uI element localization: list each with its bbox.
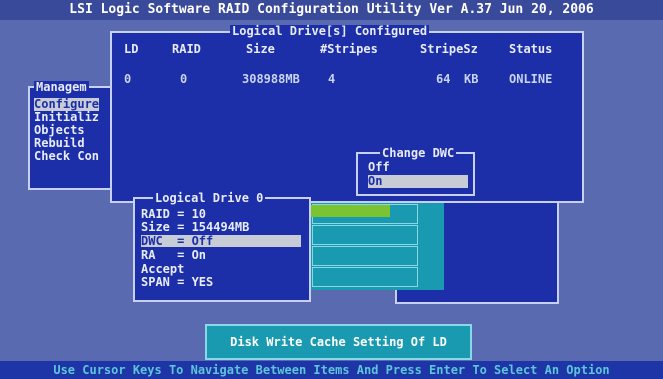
ld-prop-dwc[interactable]: DWC = Off	[141, 235, 301, 247]
cell-status: ONLINE	[509, 72, 553, 86]
management-menu-title: Managem	[34, 80, 89, 94]
array-cell[interactable]	[312, 267, 418, 287]
col-header-size: Size	[246, 42, 275, 56]
cell-raid: 0	[180, 72, 188, 86]
status-bar: Use Cursor Keys To Navigate Between Item…	[0, 361, 663, 379]
dwc-option-on[interactable]: On	[368, 175, 468, 188]
ld-prop-ra[interactable]: RA = On	[141, 249, 301, 261]
help-description-box: Disk Write Cache Setting Of LD	[205, 324, 472, 360]
array-cell[interactable]	[312, 225, 418, 245]
cell-ld: 0	[124, 72, 132, 86]
col-header-raid: RAID	[172, 42, 201, 56]
col-header-stripes: #Stripes	[320, 42, 378, 56]
logical-drive-0-panel: Logical Drive 0 RAID = 10 Size = 154494M…	[133, 192, 311, 302]
col-header-status: Status	[509, 42, 553, 56]
logical-drives-table: Logical Drive[s] Configured LD RAID Size…	[110, 25, 584, 203]
change-dwc-popup: Change DWC Off On	[356, 147, 475, 196]
ld-prop-size: Size = 154494MB	[141, 220, 250, 234]
change-dwc-title: Change DWC	[380, 146, 457, 160]
cell-stripes: 4	[328, 72, 336, 86]
management-menu: Managem Configure Initializ Objects Rebu…	[28, 81, 122, 190]
logical-drives-title: Logical Drive[s] Configured	[230, 24, 430, 38]
col-header-ld: LD	[124, 42, 139, 56]
title-bar: LSI Logic Software RAID Configuration Ut…	[0, 0, 663, 20]
array-cell[interactable]	[312, 246, 418, 266]
ld-prop-accept[interactable]: Accept	[141, 263, 301, 275]
cell-stripesz-unit: KB	[464, 72, 479, 86]
cell-size: 308988MB	[242, 72, 300, 86]
logical-drive-0-title: Logical Drive 0	[153, 191, 266, 205]
ld-prop-span[interactable]: SPAN = YES	[141, 276, 301, 288]
ld-prop-raid: RAID = 10	[141, 207, 207, 221]
col-header-stripesz: StripeSz	[420, 42, 478, 56]
array-highlight	[310, 205, 390, 217]
menu-item-check-consistency[interactable]: Check Con	[34, 150, 99, 163]
cell-stripesz: 64	[436, 72, 451, 86]
dwc-option-off[interactable]: Off	[368, 161, 468, 174]
